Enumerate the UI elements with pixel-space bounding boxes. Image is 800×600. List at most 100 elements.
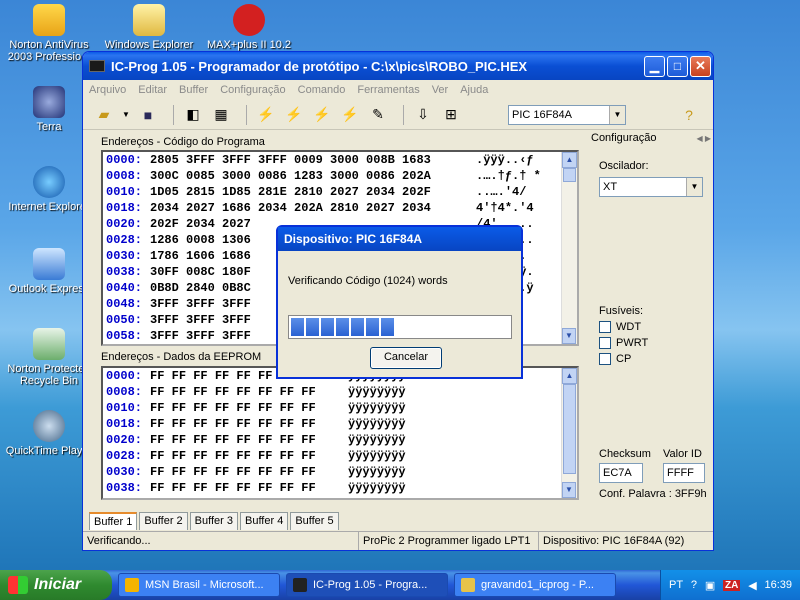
volume-icon[interactable]: ◀ xyxy=(748,579,756,592)
status-device: Dispositivo: PIC 16F84A (92) xyxy=(543,535,685,547)
hex-row[interactable]: 0010: 1D05 2815 1D85 281E 2810 2027 2034 … xyxy=(103,184,577,200)
scroll-thumb[interactable] xyxy=(563,384,576,474)
hex-row[interactable]: 0010: FF FF FF FF FF FF FF FF ÿÿÿÿÿÿÿÿ xyxy=(103,400,577,416)
tab-buffer-3[interactable]: Buffer 3 xyxy=(189,512,238,530)
config-title: Configuração xyxy=(591,132,657,144)
panel-arrows-icon[interactable]: ◀ ▶ xyxy=(696,134,711,143)
hex-data: 300C 0085 3000 0086 1283 3000 0086 202A xyxy=(150,169,431,183)
menu-configuracao[interactable]: Configuração xyxy=(220,84,285,96)
task-icprog[interactable]: IC-Prog 1.05 - Progra... xyxy=(286,573,448,597)
menu-buffer[interactable]: Buffer xyxy=(179,84,208,96)
task-paint[interactable]: gravando1_icprog - P... xyxy=(454,573,616,597)
tab-buffer-4[interactable]: Buffer 4 xyxy=(239,512,289,530)
config-word: Conf. Palavra : 3FF9h xyxy=(599,488,707,500)
menu-arquivo[interactable]: Arquivo xyxy=(89,84,126,96)
open-dropdown-button[interactable]: ▼ xyxy=(121,105,131,125)
menu-ajuda[interactable]: Ajuda xyxy=(460,84,488,96)
scroll-down-icon[interactable]: ▼ xyxy=(562,328,576,344)
program-scrollbar[interactable]: ▲ ▼ xyxy=(561,152,577,344)
minimize-button[interactable]: ▁ xyxy=(644,55,665,77)
task-msn[interactable]: MSN Brasil - Microsoft... xyxy=(118,573,280,597)
eeprom-scrollbar[interactable]: ▲ ▼ xyxy=(561,368,577,498)
read-all-button[interactable]: ⚡ xyxy=(255,105,277,125)
hex-row[interactable]: 0038: FF FF FF FF FF FF FF FF ÿÿÿÿÿÿÿÿ xyxy=(103,480,577,496)
help-button[interactable]: ? xyxy=(678,105,700,125)
menu-editar[interactable]: Editar xyxy=(138,84,167,96)
dialog-title[interactable]: Dispositivo: PIC 16F84A xyxy=(278,227,521,251)
verify-button[interactable]: ⚡ xyxy=(311,105,333,125)
help-icon[interactable]: ? xyxy=(691,579,697,591)
hex-row[interactable]: 0020: FF FF FF FF FF FF FF FF ÿÿÿÿÿÿÿÿ xyxy=(103,432,577,448)
hex-row[interactable]: 0018: FF FF FF FF FF FF FF FF ÿÿÿÿÿÿÿÿ xyxy=(103,416,577,432)
program-all-button[interactable]: ⚡ xyxy=(283,105,305,125)
close-icon: ✕ xyxy=(695,58,706,73)
menu-comando[interactable]: Comando xyxy=(298,84,346,96)
checkbox[interactable] xyxy=(599,321,611,333)
hex-ascii: .….†ƒ.† * xyxy=(476,169,541,183)
eeprom-hex-view[interactable]: 0000:FF FF FF FF FF FF FF FFÿÿÿÿÿÿÿÿ0008… xyxy=(101,366,579,500)
scroll-up-icon[interactable]: ▲ xyxy=(562,368,577,384)
desktop-icon-norton-antivirus[interactable]: Norton AntiVirus 2003 Professio... xyxy=(4,4,94,63)
desktop-icon-maxplus[interactable]: MAX+plus II 10.2 xyxy=(204,4,294,51)
progress-bar xyxy=(288,315,512,339)
desktop-icon-quicktime[interactable]: QuickTime Player xyxy=(4,410,94,457)
tab-buffer-2[interactable]: Buffer 2 xyxy=(139,512,188,530)
lightning-icon: ⚡ xyxy=(341,106,359,122)
checkbox[interactable] xyxy=(599,353,611,365)
close-button[interactable]: ✕ xyxy=(690,55,711,77)
hex-row[interactable]: 0030: FF FF FF FF FF FF FF FF ÿÿÿÿÿÿÿÿ xyxy=(103,464,577,480)
read-device-button[interactable]: ◧ xyxy=(182,105,204,125)
hex-address: 0020: xyxy=(106,433,143,447)
clock[interactable]: 16:39 xyxy=(764,579,792,591)
desktop-icon-recycle-bin[interactable]: Norton Protected Recycle Bin xyxy=(4,328,94,387)
id-field[interactable]: FFFF xyxy=(663,463,705,483)
hex-data: FF FF FF FF FF FF FF FF xyxy=(150,385,316,399)
desktop-icon-windows-explorer[interactable]: Windows Explorer xyxy=(104,4,194,51)
open-button[interactable]: ▰ xyxy=(93,105,115,125)
zonealarm-icon[interactable]: ZA xyxy=(723,579,741,591)
hex-row[interactable]: 0000: 2805 3FFF 3FFF 3FFF 0009 3000 008B … xyxy=(103,152,577,168)
fuse-cp[interactable]: CP xyxy=(599,353,631,365)
desktop-icon-terra[interactable]: Terra xyxy=(4,86,94,133)
view-assembler-button[interactable]: ⇩ xyxy=(412,105,434,125)
progress-block xyxy=(291,318,304,336)
cancel-button[interactable]: Cancelar xyxy=(370,347,442,369)
program-chip-button[interactable]: ▦ xyxy=(210,105,232,125)
toolbar-separator xyxy=(246,104,247,125)
hex-row[interactable]: 0008: 300C 0085 3000 0086 1283 3000 0086 … xyxy=(103,168,577,184)
desktop-icon-internet-explorer[interactable]: Internet Explorer xyxy=(4,166,94,213)
scroll-thumb[interactable] xyxy=(563,168,576,182)
desktop-icon-outlook-express[interactable]: Outlook Express xyxy=(4,248,94,295)
toolbar-separator xyxy=(173,104,174,125)
start-button[interactable]: Iniciar xyxy=(0,570,112,600)
checksum-label: Checksum xyxy=(599,448,651,460)
save-button[interactable]: ■ xyxy=(137,105,159,125)
hex-row[interactable]: 0018: 2034 2027 1686 2034 202A 2810 2027 … xyxy=(103,200,577,216)
tab-buffer-5[interactable]: Buffer 5 xyxy=(290,512,339,530)
erase-button[interactable]: ⚡ xyxy=(339,105,361,125)
scroll-down-icon[interactable]: ▼ xyxy=(562,482,576,498)
id-label: Valor ID xyxy=(663,448,702,460)
hex-ascii: ..….'4/ xyxy=(476,185,527,199)
oscillator-select[interactable]: XT ▼ xyxy=(599,177,703,197)
hex-row[interactable]: 0008: FF FF FF FF FF FF FF FF ÿÿÿÿÿÿÿÿ xyxy=(103,384,577,400)
tab-buffer-1[interactable]: Buffer 1 xyxy=(89,512,138,530)
menu-ferramentas[interactable]: Ferramentas xyxy=(357,84,419,96)
language-indicator[interactable]: PT xyxy=(669,579,683,591)
fuse-pwrt[interactable]: PWRT xyxy=(599,337,648,349)
menu-ver[interactable]: Ver xyxy=(432,84,449,96)
status-programmer: ProPic 2 Programmer ligado LPT1 xyxy=(359,532,539,550)
chevron-down-icon: ▼ xyxy=(686,178,702,196)
device-select[interactable]: PIC 16F84A ▼ xyxy=(508,104,626,125)
lightning-icon: ⚡ xyxy=(313,106,331,122)
scroll-up-icon[interactable]: ▲ xyxy=(562,152,577,168)
maximize-button[interactable]: □ xyxy=(667,55,688,77)
network-icon[interactable]: ▣ xyxy=(705,579,715,592)
fuse-wdt[interactable]: WDT xyxy=(599,321,641,333)
fuse-label: WDT xyxy=(616,321,642,333)
view-hex-button[interactable]: ⊞ xyxy=(440,105,462,125)
checkbox[interactable] xyxy=(599,337,611,349)
hex-row[interactable]: 0028: FF FF FF FF FF FF FF FF ÿÿÿÿÿÿÿÿ xyxy=(103,448,577,464)
blank-check-button[interactable]: ✎ xyxy=(367,105,389,125)
window-titlebar[interactable]: IC-Prog 1.05 - Programador de protótipo … xyxy=(83,52,713,80)
